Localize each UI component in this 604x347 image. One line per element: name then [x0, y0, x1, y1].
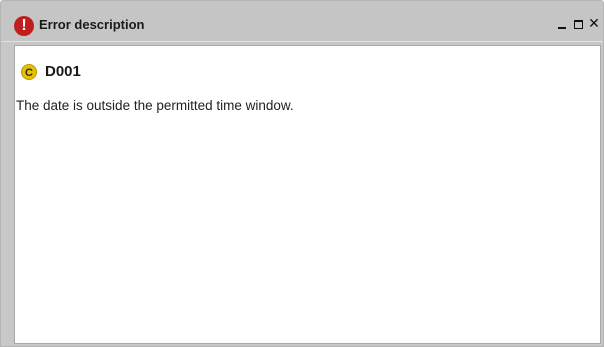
category-badge-icon: C — [21, 63, 37, 80]
close-button[interactable]: ✕ — [587, 14, 601, 34]
maximize-button[interactable] — [571, 14, 585, 34]
minimize-button[interactable] — [555, 14, 569, 34]
maximize-icon — [573, 19, 583, 29]
title-bar[interactable]: ! Error description ✕ — [1, 1, 603, 42]
error-exclamation-icon: ! — [14, 16, 34, 36]
error-code-row: C D001 — [21, 63, 81, 80]
error-description-window: ! Error description ✕ C D001 The date is… — [0, 0, 604, 347]
content-panel: C D001 The date is outside the permitted… — [14, 45, 601, 344]
close-icon: ✕ — [588, 16, 600, 32]
error-code: D001 — [45, 63, 81, 80]
minimize-icon — [558, 27, 566, 29]
window-title: Error description — [39, 17, 145, 32]
error-description-text: The date is outside the permitted time w… — [16, 98, 294, 113]
window-controls: ✕ — [553, 14, 601, 34]
